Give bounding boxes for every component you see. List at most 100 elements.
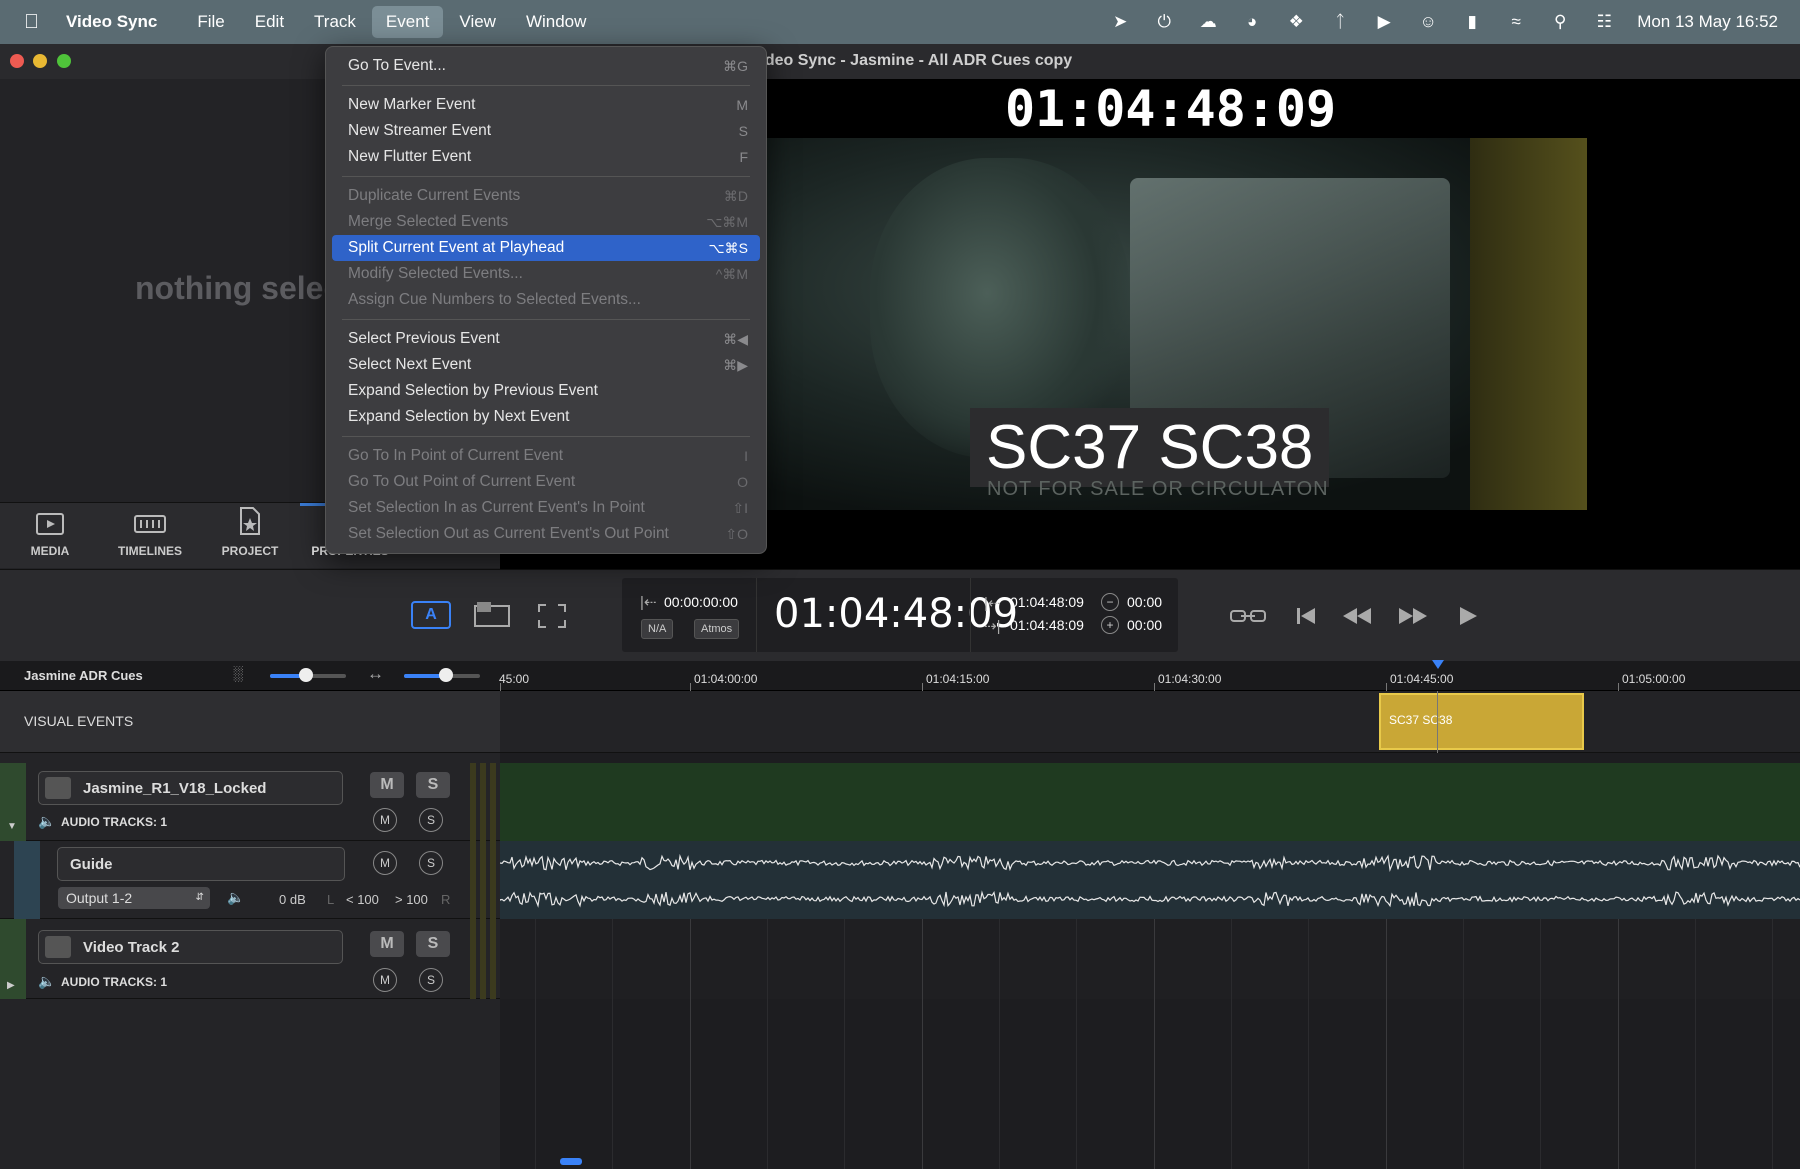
mute-audio-button[interactable]: M: [373, 968, 397, 992]
track-name-field[interactable]: Video Track 2: [38, 930, 343, 964]
menu-item-select-previous-event[interactable]: Select Previous Event ⌘◀: [332, 326, 760, 352]
menu-item-merge-selected-events: Merge Selected Events ⌥⌘M: [332, 209, 760, 235]
apple-icon[interactable]: : [24, 11, 46, 34]
menu-item-label: Set Selection Out as Current Event's Out…: [348, 525, 669, 542]
plus-icon[interactable]: +: [1101, 616, 1119, 634]
mute-audio-button[interactable]: M: [373, 808, 397, 832]
ruler-label: 01:04:00:00: [694, 672, 758, 686]
go-to-start-button[interactable]: [1292, 603, 1320, 629]
mute-guide-label: M: [380, 856, 390, 870]
mute-audio-label: M: [380, 813, 390, 827]
creative-cloud-icon[interactable]: ◕: [1241, 11, 1263, 33]
menu-item-new-marker-event[interactable]: New Marker Event M: [332, 92, 760, 118]
menu-edit[interactable]: Edit: [241, 6, 298, 38]
collapse-track-icon[interactable]: ▼: [7, 821, 17, 832]
guide-name-field[interactable]: Guide: [57, 847, 345, 881]
mute-guide-button[interactable]: M: [373, 851, 397, 875]
menu-separator: [342, 85, 750, 86]
picture-in-picture-button[interactable]: [472, 599, 512, 629]
play-button[interactable]: [1454, 603, 1482, 629]
solo-video-button[interactable]: S: [416, 772, 450, 798]
solo-guide-button[interactable]: S: [419, 851, 443, 875]
menu-item-expand-selection-next[interactable]: Expand Selection by Next Event: [332, 404, 760, 430]
in-timecode[interactable]: 01:04:48:09: [1010, 594, 1084, 610]
fullscreen-button[interactable]: [535, 601, 569, 631]
video-background-window: [1470, 138, 1587, 510]
clock[interactable]: Mon 13 May 16:52: [1637, 12, 1778, 32]
pan-left-value[interactable]: < 100: [346, 892, 379, 907]
speaker-icon: 🔈: [38, 973, 56, 989]
forward-app-icon[interactable]: ➤: [1109, 11, 1131, 33]
play-circle-icon[interactable]: ▶: [1373, 11, 1395, 33]
atmos-badge[interactable]: Atmos: [694, 619, 740, 639]
menu-item-expand-selection-previous[interactable]: Expand Selection by Previous Event: [332, 378, 760, 404]
control-center-icon[interactable]: ☷: [1593, 11, 1615, 33]
pip-icon: [474, 602, 510, 627]
track-thumbnail: [45, 936, 71, 958]
menu-item-new-flutter-event[interactable]: New Flutter Event F: [332, 144, 760, 170]
wifi-icon[interactable]: ≈: [1505, 11, 1527, 33]
playhead-marker[interactable]: [1432, 660, 1444, 669]
close-window-button[interactable]: [10, 54, 24, 68]
rewind-button[interactable]: [1340, 603, 1374, 629]
horizontal-zoom-slider[interactable]: [404, 668, 480, 682]
menu-item-label: Merge Selected Events: [348, 213, 509, 230]
menu-event[interactable]: Event: [371, 6, 444, 38]
battery-icon[interactable]: ▮: [1461, 11, 1483, 33]
grid-line: [1540, 919, 1541, 1169]
guide-color-strip: [14, 841, 40, 919]
solo-audio-button[interactable]: S: [419, 808, 443, 832]
main-timecode[interactable]: 01:04:48:09: [774, 591, 1018, 637]
menu-item-assign-cue-numbers: Assign Cue Numbers to Selected Events...: [332, 287, 760, 313]
minimize-window-button[interactable]: [33, 54, 47, 68]
menu-item-go-to-event[interactable]: Go To Event... ⌘G: [332, 53, 760, 79]
cloud-icon[interactable]: ☁: [1197, 11, 1219, 33]
tab-timelines[interactable]: TIMELINES: [100, 503, 200, 568]
output-select[interactable]: Output 1-2 ⇵: [58, 887, 210, 909]
na-badge[interactable]: N/A: [641, 619, 674, 639]
loop-button[interactable]: [1228, 603, 1268, 629]
playhead-line: [1437, 691, 1438, 753]
mute-video-button[interactable]: M: [370, 772, 404, 798]
minus-icon[interactable]: −: [1101, 593, 1119, 611]
out-timecode[interactable]: 01:04:48:09: [1010, 617, 1084, 633]
timeline-empty-area[interactable]: [500, 1000, 1800, 1169]
menu-window[interactable]: Window: [512, 6, 600, 38]
output-select-value: Output 1-2: [66, 890, 133, 906]
expand-track-icon[interactable]: ▶: [7, 980, 15, 991]
solo-video-button[interactable]: S: [416, 931, 450, 957]
bluetooth-icon[interactable]: ᛏ: [1329, 11, 1351, 33]
track-name-field[interactable]: Jasmine_R1_V18_Locked: [38, 771, 343, 805]
menu-item-select-next-event[interactable]: Select Next Event ⌘▶: [332, 352, 760, 378]
user-icon[interactable]: ☺: [1417, 11, 1439, 33]
audio-tracks-count: AUDIO TRACKS: 1: [61, 815, 168, 829]
grid-line: [922, 919, 923, 1169]
search-icon[interactable]: ⚲: [1549, 11, 1571, 33]
menu-item-duplicate-current-events: Duplicate Current Events ⌘D: [332, 183, 760, 209]
timeline-scrollbar-thumb[interactable]: [560, 1158, 582, 1165]
menu-item-new-streamer-event[interactable]: New Streamer Event S: [332, 118, 760, 144]
power-icon[interactable]: ⏻: [1153, 11, 1175, 33]
gain-value[interactable]: 0 dB: [279, 892, 306, 907]
mute-video-label: M: [380, 776, 394, 793]
menu-item-split-current-event[interactable]: Split Current Event at Playhead ⌥⌘S: [332, 235, 760, 261]
tab-media[interactable]: MEDIA: [0, 503, 100, 568]
app-name-menu[interactable]: Video Sync: [66, 12, 157, 32]
video-track-1-lane[interactable]: [500, 763, 1800, 841]
menu-file[interactable]: File: [183, 6, 238, 38]
mute-video-button[interactable]: M: [370, 931, 404, 957]
overlay-mode-button[interactable]: A: [411, 601, 451, 629]
grid-line: [1695, 919, 1696, 1169]
visual-events-lane[interactable]: [500, 691, 1800, 753]
pan-right-value[interactable]: > 100: [395, 892, 428, 907]
solo-audio-button[interactable]: S: [419, 968, 443, 992]
video-track-2-lane[interactable]: [500, 919, 1800, 999]
menu-view[interactable]: View: [445, 6, 510, 38]
menu-track[interactable]: Track: [300, 6, 370, 38]
waveform-zoom-slider[interactable]: [270, 668, 346, 682]
start-timecode[interactable]: 00:00:00:00: [664, 594, 738, 610]
fast-forward-button[interactable]: [1396, 603, 1430, 629]
zoom-window-button[interactable]: [57, 54, 71, 68]
tab-project[interactable]: PROJECT: [200, 503, 300, 568]
dropbox-icon[interactable]: ❖: [1285, 11, 1307, 33]
